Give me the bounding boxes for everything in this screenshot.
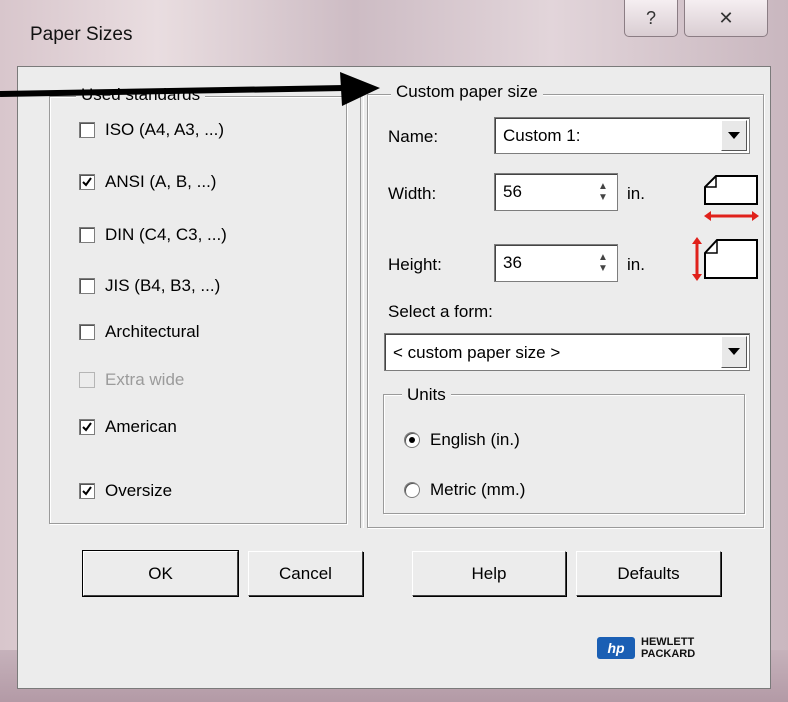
spin-up-icon[interactable]: ▲ [598,252,608,263]
extra-wide-label: Extra wide [105,370,185,389]
din-label: DIN (C4, C3, ...) [105,225,227,244]
architectural-label: Architectural [105,322,200,341]
annotation-arrow-icon [0,72,380,106]
checkmark-icon [79,483,95,499]
cancel-button[interactable]: Cancel [248,551,363,596]
architectural-checkbox[interactable]: Architectural [79,322,199,342]
spin-down-icon[interactable]: ▼ [598,192,608,203]
window-title: Paper Sizes [30,24,133,45]
form-value: < custom paper size > [393,343,561,362]
name-dropdown[interactable]: Custom 1: [494,117,750,154]
select-form-label: Select a form: [388,302,493,321]
hp-mark-icon: hp [597,637,635,659]
checkbox-box [79,278,95,294]
checkbox-box [79,227,95,243]
checkbox-box [79,324,95,340]
group-divider [360,82,364,528]
height-spinner[interactable]: ▲ ▼ [589,245,617,281]
title-help-button[interactable]: ? [624,0,678,37]
english-label: English (in.) [430,430,520,449]
chevron-down-icon[interactable] [721,120,747,151]
width-spinner[interactable]: ▲ ▼ [589,174,617,210]
defaults-button[interactable]: Defaults [576,551,721,596]
american-label: American [105,417,177,436]
checkbox-box [79,372,95,388]
hp-wordmark-line2: PACKARD [641,648,696,660]
height-value: 36 [503,253,522,272]
ansi-label: ANSI (A, B, ...) [105,172,217,191]
title-close-button[interactable]: ✕ [684,0,768,37]
width-input[interactable]: 56 ▲ ▼ [494,173,618,211]
ok-button[interactable]: OK [82,550,239,597]
hp-wordmark: HEWLETT PACKARD [641,636,695,660]
hp-logo: hp HEWLETT PACKARD [597,636,695,660]
spin-up-icon[interactable]: ▲ [598,181,608,192]
english-radio[interactable]: English (in.) [404,430,520,450]
american-checkbox[interactable]: American [79,417,177,437]
height-unit: in. [627,255,645,274]
name-value: Custom 1: [503,126,581,145]
spin-down-icon[interactable]: ▼ [598,263,608,274]
height-input[interactable]: 36 ▲ ▼ [494,244,618,282]
form-dropdown[interactable]: < custom paper size > [384,333,750,371]
metric-label: Metric (mm.) [430,480,526,499]
used-standards-group [49,96,347,524]
radio-icon [404,482,420,498]
width-value: 56 [503,182,522,201]
height-label: Height: [388,255,442,274]
ansi-checkbox[interactable]: ANSI (A, B, ...) [79,172,216,192]
name-label: Name: [388,127,439,146]
oversize-checkbox[interactable]: Oversize [79,481,172,501]
paper-height-icon [692,237,758,281]
custom-paper-size-legend: Custom paper size [391,82,543,102]
help-button[interactable]: Help [412,551,566,596]
hp-wordmark-line1: HEWLETT [641,636,695,648]
din-checkbox[interactable]: DIN (C4, C3, ...) [79,225,227,245]
width-label: Width: [388,184,437,203]
extra-wide-checkbox: Extra wide [79,370,184,390]
paper-width-icon [704,175,759,221]
chevron-down-icon[interactable] [721,336,747,368]
units-legend: Units [402,385,451,405]
jis-checkbox[interactable]: JIS (B4, B3, ...) [79,276,220,296]
radio-selected-icon [404,432,420,448]
jis-label: JIS (B4, B3, ...) [105,276,221,295]
oversize-label: Oversize [105,481,173,500]
checkmark-icon [79,174,95,190]
metric-radio[interactable]: Metric (mm.) [404,480,525,500]
checkmark-icon [79,419,95,435]
width-unit: in. [627,184,645,203]
